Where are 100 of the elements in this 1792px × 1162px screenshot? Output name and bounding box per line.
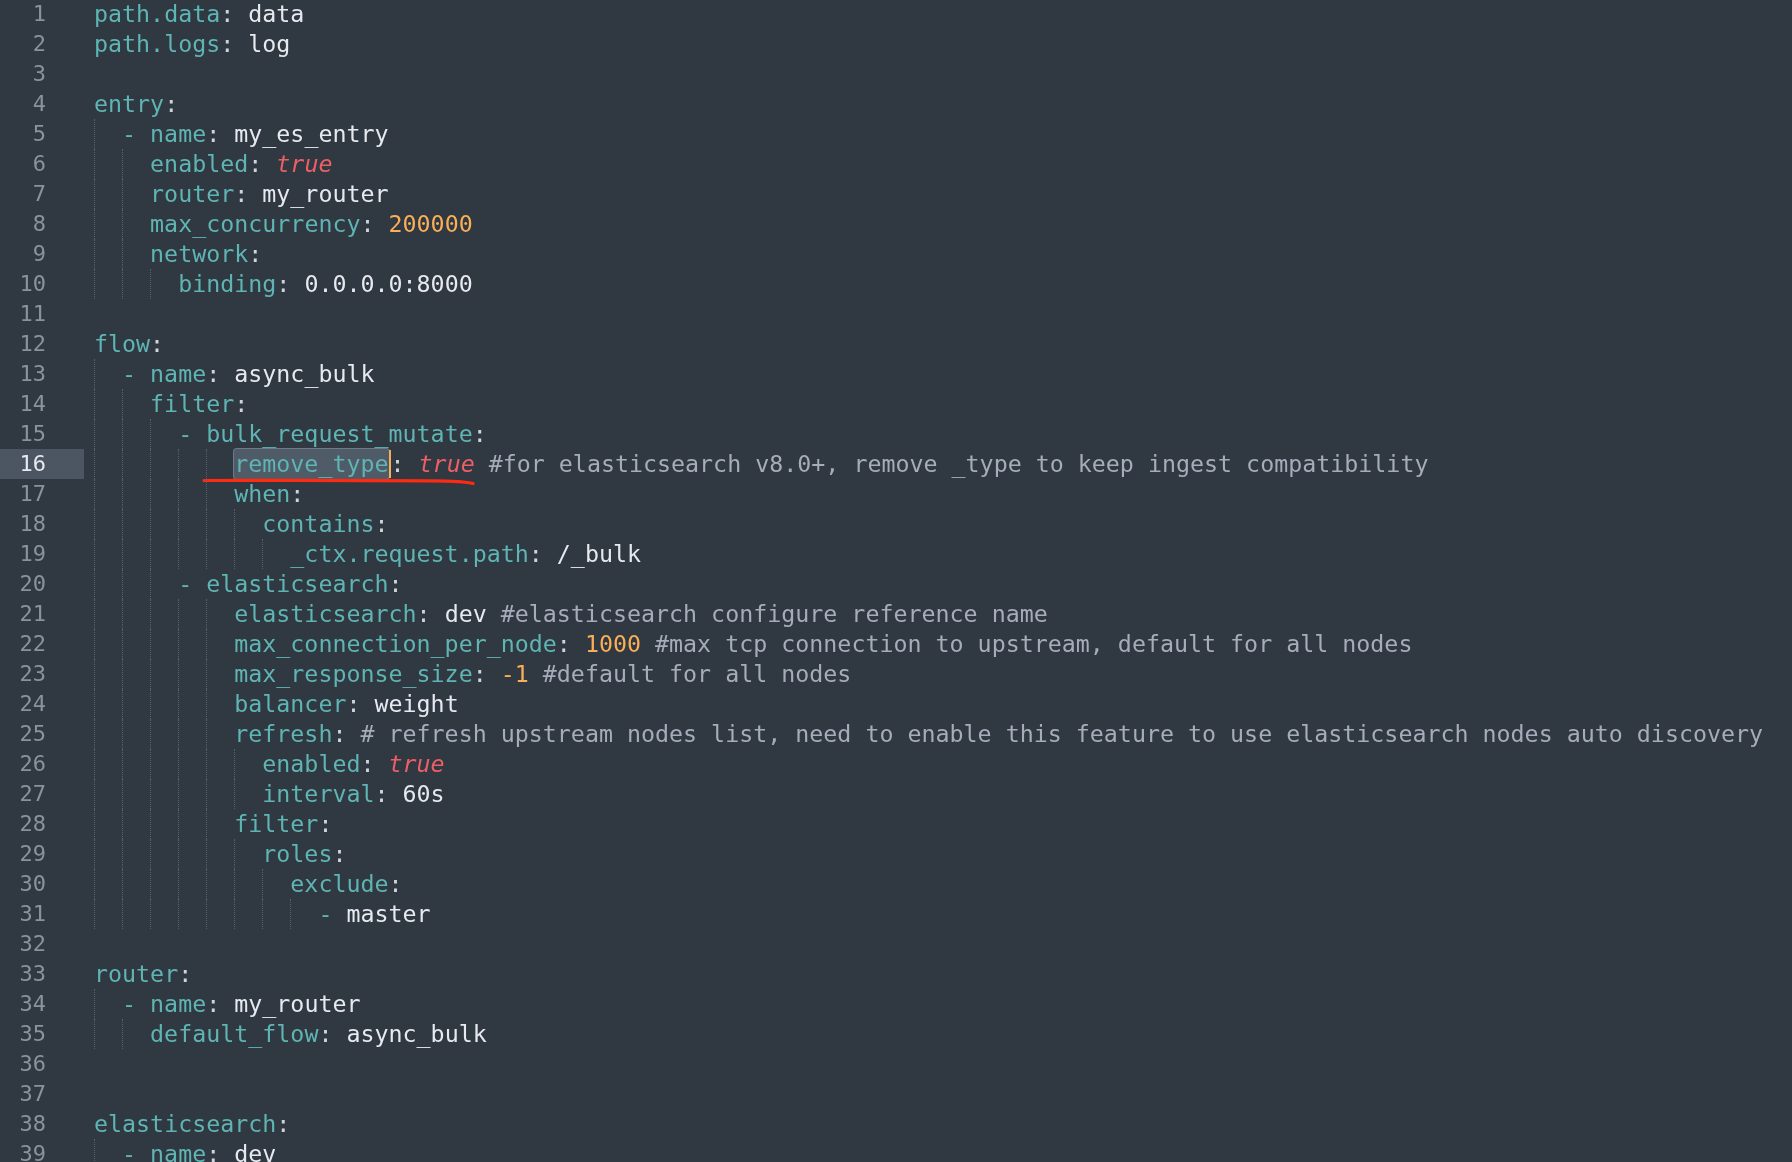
line-number: 1	[31, 0, 47, 28]
line-number: 20	[18, 570, 47, 598]
line-number: 14	[18, 390, 47, 418]
colon: :	[206, 1139, 221, 1162]
yaml-value: /_bulk	[556, 539, 641, 569]
colon: :	[416, 599, 431, 629]
yaml-key: name	[150, 359, 207, 389]
yaml-key: name	[150, 1139, 207, 1162]
yaml-value: data	[248, 0, 305, 29]
yaml-key: elasticsearch	[94, 1109, 277, 1139]
line-number: 22	[18, 630, 47, 658]
yaml-key: when	[234, 479, 291, 509]
line-number: 6	[31, 150, 47, 178]
number-value: -1	[500, 659, 529, 689]
line-number: 16	[0, 449, 84, 479]
yaml-key: elasticsearch	[234, 599, 417, 629]
line-number: 39	[18, 1140, 47, 1162]
line-number: 35	[18, 1020, 47, 1048]
yaml-value: my_router	[234, 989, 361, 1019]
line-number: 12	[18, 330, 47, 358]
line-number: 11	[18, 300, 47, 328]
line-number: 3	[31, 60, 47, 88]
yaml-key: exclude	[290, 869, 389, 899]
yaml-key: filter	[234, 809, 319, 839]
yaml-key: network	[150, 239, 249, 269]
yaml-key: refresh	[234, 719, 333, 749]
number-value: 1000	[584, 629, 641, 659]
yaml-value: 60s	[402, 779, 445, 809]
yaml-key: max_concurrency	[150, 209, 361, 239]
list-dash: -	[178, 569, 193, 599]
yaml-key: router	[150, 179, 235, 209]
colon: :	[332, 839, 347, 869]
colon: :	[388, 869, 403, 899]
text-cursor	[388, 450, 391, 478]
colon: :	[150, 329, 165, 359]
yaml-key: bulk_request_mutate	[206, 419, 473, 449]
colon: :	[234, 179, 249, 209]
yaml-key: roles	[262, 839, 333, 869]
list-dash: -	[178, 419, 193, 449]
list-dash: -	[122, 1139, 137, 1162]
colon: :	[374, 779, 389, 809]
colon: :	[318, 809, 333, 839]
line-number: 4	[31, 90, 47, 118]
yaml-key: path.data	[94, 0, 221, 29]
number-value: 200000	[388, 209, 473, 239]
line-number: 34	[18, 990, 47, 1018]
yaml-value: 0.0.0.0:8000	[304, 269, 473, 299]
yaml-key: max_connection_per_node	[234, 629, 557, 659]
line-number: 18	[18, 510, 47, 538]
colon: :	[234, 389, 249, 419]
colon: :	[388, 569, 403, 599]
colon: :	[472, 419, 487, 449]
yaml-value: my_router	[262, 179, 389, 209]
colon: :	[276, 1109, 291, 1139]
yaml-key: enabled	[262, 749, 361, 779]
line-number: 9	[31, 240, 47, 268]
yaml-value: master	[346, 899, 431, 929]
line-number: 5	[31, 120, 47, 148]
colon: :	[290, 479, 305, 509]
code-comment: #max tcp connection to upstream, default for all nodes	[655, 629, 1413, 659]
line-number: 19	[18, 540, 47, 568]
line-number: 38	[18, 1110, 47, 1138]
list-dash: -	[122, 359, 137, 389]
colon: :	[472, 659, 487, 689]
yaml-key: flow	[94, 329, 151, 359]
yaml-key: balancer	[234, 689, 347, 719]
line-number: 28	[18, 810, 47, 838]
line-number: 21	[18, 600, 47, 628]
yaml-value: dev	[234, 1139, 277, 1162]
line-number: 7	[31, 180, 47, 208]
yaml-key: name	[150, 119, 207, 149]
colon: :	[178, 959, 193, 989]
line-number: 36	[18, 1050, 47, 1078]
colon: :	[346, 689, 361, 719]
yaml-key: filter	[150, 389, 235, 419]
yaml-key: default_flow	[150, 1019, 319, 1049]
code-comment: #for elasticsearch v8.0+, remove _type to keep ingest compatibility	[488, 449, 1429, 479]
yaml-key: enabled	[150, 149, 249, 179]
colon: :	[206, 989, 221, 1019]
yaml-key: interval	[262, 779, 375, 809]
line-number: 10	[18, 270, 47, 298]
line-number: 26	[18, 750, 47, 778]
colon: :	[248, 149, 263, 179]
line-number: 25	[18, 720, 47, 748]
colon: :	[248, 239, 263, 269]
line-number: 37	[18, 1080, 47, 1108]
yaml-key: binding	[178, 269, 277, 299]
list-dash: -	[122, 989, 137, 1019]
colon: :	[318, 1019, 333, 1047]
line-number: 2	[31, 30, 47, 58]
colon: :	[556, 629, 571, 659]
colon: :	[390, 449, 405, 479]
colon: :	[332, 719, 347, 749]
line-number: 31	[18, 900, 47, 928]
selected-yaml-key: remove_type	[234, 449, 389, 479]
colon: :	[374, 509, 389, 539]
code-comment: #default for all nodes	[542, 659, 852, 689]
line-number: 33	[18, 960, 47, 988]
colon: :	[276, 269, 291, 299]
line-number: 27	[18, 780, 47, 808]
